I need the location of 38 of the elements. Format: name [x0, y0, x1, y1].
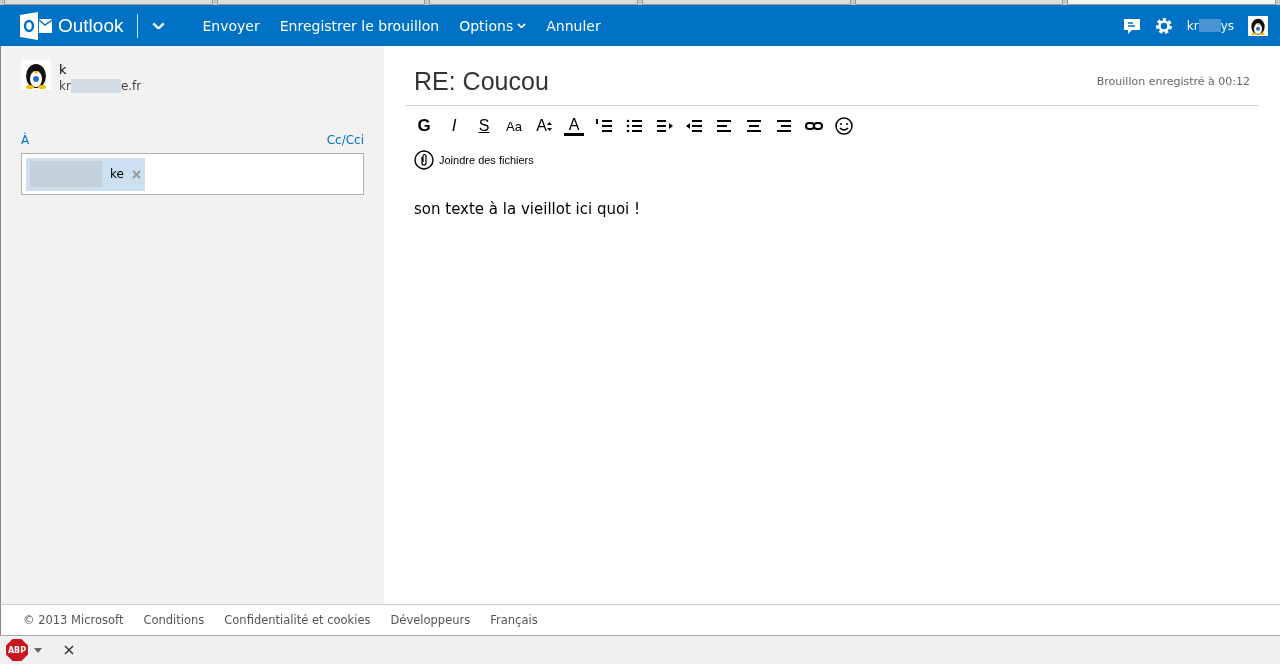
- close-icon[interactable]: [64, 645, 74, 655]
- paperclip-icon: [414, 150, 434, 170]
- strikethrough-button[interactable]: S: [474, 116, 494, 136]
- chevron-down-icon: [152, 21, 165, 30]
- grow-font-button[interactable]: A: [534, 116, 554, 136]
- adblock-icon[interactable]: ABP: [6, 639, 28, 661]
- to-field[interactable]: ke: [21, 153, 364, 195]
- font-size-button[interactable]: Aa: [504, 116, 524, 136]
- brand-name: Outlook: [58, 14, 124, 37]
- sender-email: kr e.fr: [59, 79, 142, 93]
- subject-field[interactable]: RE: Coucou: [414, 67, 549, 96]
- penguin-avatar: [21, 60, 51, 90]
- footer-link[interactable]: Français: [490, 613, 538, 627]
- chat-icon[interactable]: [1122, 16, 1141, 35]
- dropdown-arrow-icon[interactable]: [34, 647, 42, 653]
- settings-icon[interactable]: [1154, 16, 1173, 35]
- cc-bcc-link[interactable]: Cc/Cci: [326, 133, 364, 147]
- toolbar-action[interactable]: Annuler: [546, 13, 601, 38]
- footer-link[interactable]: Confidentialité et cookies: [224, 613, 371, 627]
- options-menu-button[interactable]: Options: [459, 13, 527, 38]
- bold-button[interactable]: G: [414, 116, 434, 136]
- penguin-avatar: [1248, 15, 1268, 36]
- font-color-button[interactable]: A: [564, 116, 584, 136]
- outlook-logo-icon: [20, 11, 52, 40]
- italic-button[interactable]: I: [444, 116, 464, 136]
- toolbar-action[interactable]: Enregistrer le brouillon: [279, 13, 440, 38]
- to-label: À: [21, 133, 30, 147]
- copyright-text: © 2013 Microsoft: [23, 613, 124, 627]
- recipient-chip[interactable]: ke: [26, 157, 145, 191]
- smiley-button[interactable]: [834, 116, 854, 136]
- footer-link[interactable]: Développeurs: [390, 613, 471, 627]
- attach-files-button[interactable]: Joindre des fichiers: [414, 150, 534, 170]
- toolbar-action[interactable]: Envoyer: [202, 13, 260, 38]
- message-body[interactable]: son texte à la vieillot ici quoi !: [414, 200, 1258, 218]
- footer-link[interactable]: Conditions: [143, 613, 205, 627]
- sender-name: k: [59, 62, 68, 77]
- user-name[interactable]: kr ys: [1186, 18, 1234, 33]
- draft-status: Brouillon enregistré à 00:12: [1096, 75, 1250, 88]
